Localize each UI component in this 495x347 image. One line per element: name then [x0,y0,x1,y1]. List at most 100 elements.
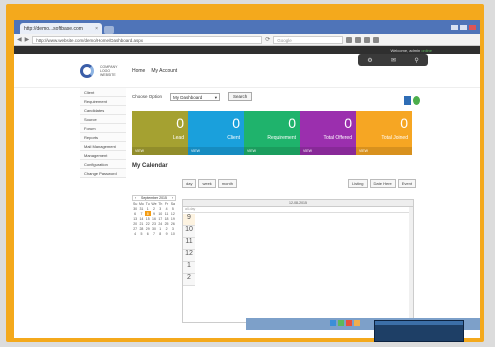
bookmark-icon[interactable] [346,36,353,43]
preview-title-bar [375,321,463,325]
hour-label: 10 [183,226,195,238]
card-footer[interactable]: VIEW [188,147,244,155]
card-value: 0 [400,115,408,131]
chevron-down-icon: ▾ [214,94,218,100]
dashboard-select-value: My Dashboard [173,94,203,100]
taskbar-preview-window[interactable] [374,320,464,342]
card-title: Total Offered [323,135,352,141]
home-icon[interactable] [364,36,371,43]
window-controls [451,25,480,34]
mini-calendar: ‹ September 2015 › Su Mo Tu We Th Fr Sa 30 31 1 2 3… [132,195,176,236]
url-input[interactable]: http://www.website.com/demo/Home/Dashboa… [32,35,263,44]
search-button[interactable]: Search [228,92,253,101]
view-buttons: day week month [182,179,237,188]
prev-month-icon[interactable]: ‹ [135,196,136,200]
sidebar-item-client[interactable]: Client [80,88,126,97]
card-value: 0 [176,115,184,131]
sidebar-item-candidates[interactable]: Candidates [80,106,126,115]
forward-icon[interactable]: ▶ [25,36,30,43]
card-title: Requirement [267,135,296,141]
card-value: 0 [288,115,296,131]
weekday-label: Mo [138,201,144,206]
sidebar-item-requirement[interactable]: Requirement [80,97,126,106]
tab-bar: http://demo...softbase.com × [14,20,480,34]
settings-icon[interactable]: ⚙ [367,57,372,64]
card-total-offered[interactable]: 0 Total Offered VIEW [300,111,356,155]
sidebar-item-mail-management[interactable]: Mail Management [80,142,126,151]
dashboard-select[interactable]: My Dashboard ▾ [170,92,221,101]
view-day-button[interactable]: day [182,179,197,188]
sidebar-item-reports[interactable]: Reports [80,133,126,142]
card-total-joined[interactable]: 0 Total Joined VIEW [356,111,412,155]
sidebar-item-forum[interactable]: Forum [80,124,126,133]
main-content: Choose Option My Dashboard ▾ Search 0 Le… [132,92,416,323]
nav-home[interactable]: Home [132,68,145,74]
all-day-row[interactable]: all-day [183,207,413,213]
mini-calendar-grid: Su Mo Tu We Th Fr Sa 30 31 1 2 3 4 5 6 7 8 9 10 11 12 13 14 15 1… [132,201,176,236]
nav-my-account[interactable]: My Account [151,68,177,74]
welcome-text: Welcome, admin [390,48,421,53]
welcome-bar: Welcome, admin online [14,46,480,54]
tab-title: http://demo...softbase.com [24,25,83,32]
date-button[interactable]: Date Here [369,179,396,188]
browser-window: http://demo...softbase.com × ◀ ▶ http://… [14,20,480,338]
taskbar-app-icon[interactable] [330,320,336,326]
event-button[interactable]: Event [397,179,416,188]
card-footer[interactable]: VIEW [356,147,412,155]
calendar-day[interactable]: 10 [170,231,176,236]
mail-icon[interactable]: ✉ [391,57,396,64]
day-view-scrollbar[interactable] [409,207,413,322]
calendar-title: My Calendar [132,163,168,169]
card-value: 0 [232,115,240,131]
sidebar-item-configuration[interactable]: Configuration [80,160,126,169]
reload-icon[interactable]: ⟳ [265,36,270,43]
view-week-button[interactable]: week [198,179,216,188]
screenshot-stage: http://demo...softbase.com × ◀ ▶ http://… [0,0,495,347]
maximize-button[interactable] [460,25,467,30]
day-view-header: 12-08-2015 [183,200,413,207]
sidebar-item-source[interactable]: Source [80,115,126,124]
sidebar-item-management[interactable]: Management [80,151,126,160]
minimize-button[interactable] [451,25,458,30]
card-footer[interactable]: VIEW [132,147,188,155]
card-client[interactable]: 0 Client VIEW [188,111,244,155]
taskbar-app-icon[interactable] [338,320,344,326]
address-bar: ◀ ▶ http://www.website.com/demo/Home/Das… [14,34,480,46]
listing-button[interactable]: Listing [347,179,368,188]
view-month-button[interactable]: month [217,179,237,188]
back-icon[interactable]: ◀ [17,36,22,43]
card-title: Client [227,135,240,141]
browser-search-input[interactable]: Google [273,35,344,44]
search-icon[interactable]: ⚲ [414,57,418,64]
refresh-icon[interactable] [413,96,420,105]
hour-column: 9 10 11 12 1 2 [183,214,195,286]
card-title: Total Joined [381,135,408,141]
logo-icon[interactable] [80,63,94,78]
card-footer[interactable]: VIEW [300,147,356,155]
card-value: 0 [344,115,352,131]
browser-tab[interactable]: http://demo...softbase.com × [20,23,102,34]
hour-label: 12 [183,250,195,262]
taskbar-app-icon[interactable] [346,320,352,326]
close-window-button[interactable] [469,25,476,30]
sidebar-item-change-password[interactable]: Change Password [80,169,126,178]
weekday-label: Tu [145,201,150,206]
menu-icon[interactable] [373,36,380,43]
card-requirement[interactable]: 0 Requirement VIEW [244,111,300,155]
mini-calendar-month: September 2015 [141,196,167,200]
hour-label: 1 [183,262,195,274]
next-month-icon[interactable]: › [172,196,173,200]
calendar-action-buttons: Listing Date Here Event [347,179,416,188]
sidebar: Client Requirement Candidates Source For… [80,88,126,178]
taskbar-app-icon[interactable] [354,320,360,326]
logo-text: COMPANY LOGO WEBSITE [100,64,118,77]
hour-label: 11 [183,238,195,250]
card-lead[interactable]: 0 Lead VIEW [132,111,188,155]
card-footer[interactable]: VIEW [244,147,300,155]
header-toolbar: ⚙ ✉ ⚲ [358,54,428,66]
new-tab-button[interactable] [104,26,114,34]
download-icon[interactable] [355,36,362,43]
day-view: 12-08-2015 all-day 9 10 11 12 1 2 [182,199,414,323]
tab-close-icon[interactable]: × [95,26,98,32]
filter-row: Choose Option My Dashboard ▾ Search [132,92,412,101]
